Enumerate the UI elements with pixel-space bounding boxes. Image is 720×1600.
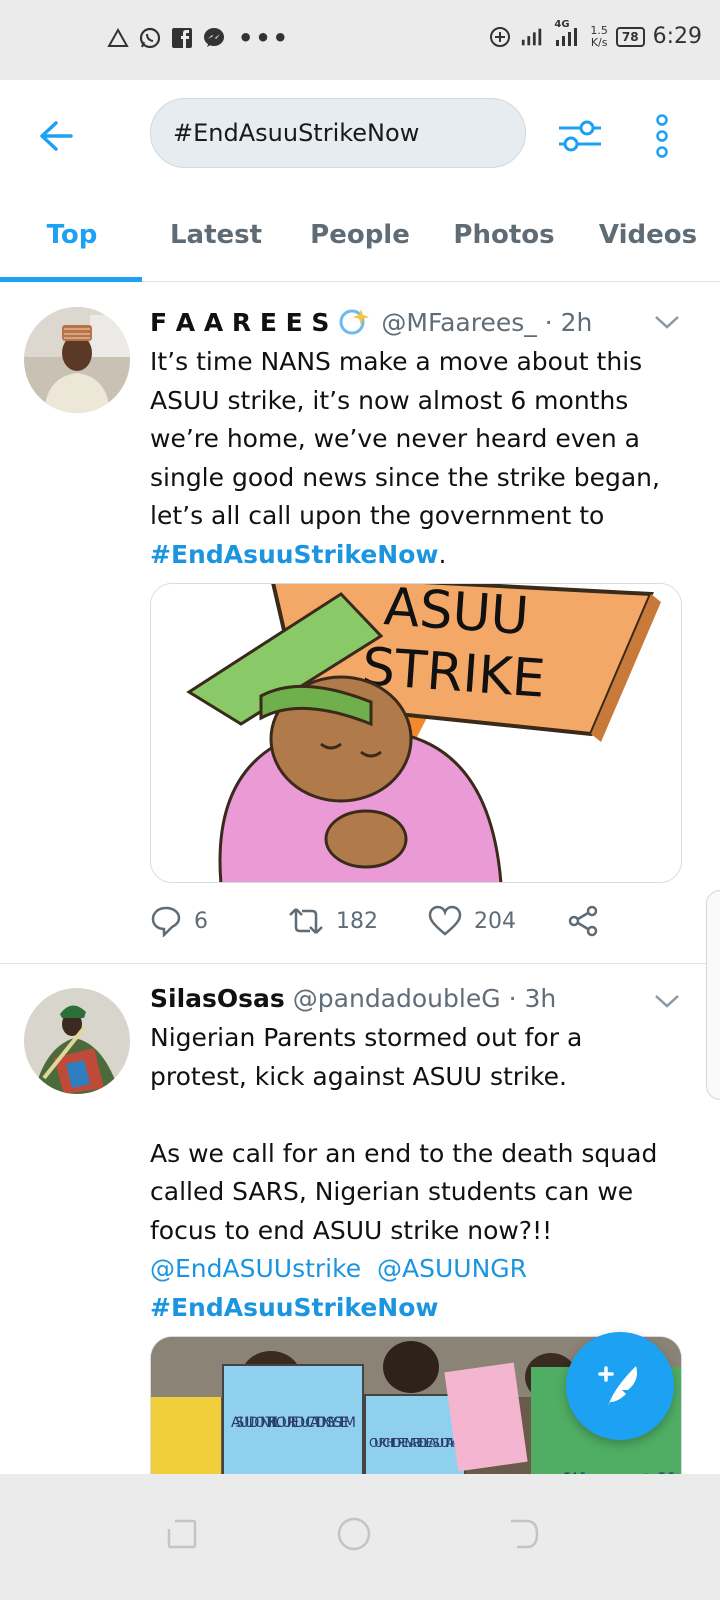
warning-icon [106, 26, 130, 50]
tweet-image[interactable]: ASUU STRIKE [150, 583, 682, 883]
sparkle-emoji-icon [339, 309, 370, 335]
signal-icon [520, 25, 544, 49]
back-arrow-icon [40, 121, 73, 151]
notification-icons: ••• [106, 24, 290, 52]
back-nav-button[interactable] [494, 1504, 554, 1564]
tweet-body: It’s time NANS make a move about this AS… [150, 347, 660, 530]
network-type: 4G [554, 18, 570, 30]
search-tabs: Top Latest People Photos Videos [0, 190, 720, 282]
placard-text-1: ASUU DONT KILL OUR EDUCATION SYSTEM [231, 1415, 356, 1431]
filter-sliders-icon [559, 120, 601, 152]
avatar[interactable] [24, 988, 130, 1094]
placard-text-2: OUR CHILDREN ARE IDLE ASUU TAKE [369, 1436, 461, 1450]
data-saver-icon [488, 25, 512, 49]
tab-people[interactable]: People [288, 190, 432, 281]
recent-apps-button[interactable] [152, 1504, 212, 1564]
sign-line-1: ASUU [382, 584, 531, 647]
timestamp: · 2h [544, 307, 593, 337]
like-count: 204 [474, 908, 516, 934]
like-button[interactable]: 204 [428, 905, 568, 937]
tab-top[interactable]: Top [0, 190, 144, 282]
tweet-actions: 6 182 204 [150, 905, 600, 937]
search-header: #EndAsuuStrikeNow [0, 80, 720, 190]
retweet-count: 182 [336, 908, 378, 934]
mention-link[interactable]: @ASUUNGR [377, 1254, 527, 1283]
clock: 6:29 [652, 24, 702, 49]
home-circle-icon [337, 1517, 371, 1551]
system-navigation-bar [0, 1474, 720, 1600]
handle[interactable]: @MFaarees_ [381, 308, 536, 337]
tweet-text: It’s time NANS make a move about this AS… [150, 343, 670, 574]
display-name[interactable]: F A A R E E S [150, 308, 329, 337]
more-options-button[interactable] [640, 110, 684, 162]
hashtag-link[interactable]: #EndAsuuStrikeNow [150, 540, 439, 569]
vertical-dots-icon [656, 114, 668, 158]
compose-tweet-button[interactable] [566, 1332, 674, 1440]
retweet-icon [289, 908, 323, 934]
tweet-text: Nigerian Parents stormed out for a prote… [150, 1019, 670, 1327]
reply-icon [151, 906, 181, 937]
compose-feather-icon [598, 1366, 637, 1406]
chevron-down-icon[interactable] [652, 986, 682, 1016]
handle[interactable]: @pandadoubleG [293, 984, 501, 1013]
timestamp: · 3h [508, 984, 557, 1013]
tweet-header: F A A R E E S @MFaarees_ · 2h [150, 307, 592, 337]
more-notifications-icon: ••• [238, 24, 291, 52]
messenger-icon [202, 26, 226, 50]
facebook-icon [170, 26, 194, 50]
tweet-paragraph-1: Nigerian Parents stormed out for a prote… [150, 1023, 583, 1091]
search-input[interactable]: #EndAsuuStrikeNow [150, 98, 526, 168]
battery-indicator: 78 [615, 26, 645, 47]
tab-latest[interactable]: Latest [144, 190, 288, 281]
hashtag-link[interactable]: #EndAsuuStrikeNow [150, 1293, 439, 1322]
search-filter-button[interactable] [552, 110, 608, 162]
network-speed: 1.5 K/s [590, 24, 608, 49]
edge-panel-handle[interactable] [706, 890, 720, 1100]
tweet[interactable]: F A A R E E S @MFaarees_ · 2h It’s time … [0, 283, 720, 963]
chevron-down-icon[interactable] [652, 307, 682, 337]
speed-unit: K/s [590, 35, 608, 49]
back-button[interactable] [30, 110, 82, 162]
home-button[interactable] [324, 1504, 384, 1564]
retweet-button[interactable]: 182 [288, 905, 428, 937]
share-button[interactable] [568, 905, 600, 937]
tweet-header: SilasOsas @pandadoubleG · 3h [150, 984, 556, 1013]
reply-count: 6 [194, 908, 208, 934]
tab-videos[interactable]: Videos [576, 190, 720, 281]
tab-photos[interactable]: Photos [432, 190, 576, 281]
recent-apps-icon [167, 1519, 197, 1549]
display-name[interactable]: SilasOsas [150, 984, 285, 1013]
avatar[interactable] [24, 307, 130, 413]
signal-4g-icon: 4G [552, 19, 582, 49]
system-status: 4G 1.5 K/s 78 6:29 [488, 19, 702, 49]
tweet-paragraph-2: As we call for an end to the death squad… [150, 1138, 658, 1245]
share-icon [568, 905, 598, 937]
status-bar: ••• 4G 1.5 K/s 78 6:29 [0, 0, 720, 80]
reply-button[interactable]: 6 [150, 905, 288, 937]
tweet-text-suffix: . [438, 539, 447, 569]
whatsapp-icon [138, 26, 162, 50]
heart-icon [428, 905, 462, 936]
back-nav-icon [511, 1519, 539, 1549]
mention-link[interactable]: @EndASUUstrike [150, 1254, 361, 1283]
